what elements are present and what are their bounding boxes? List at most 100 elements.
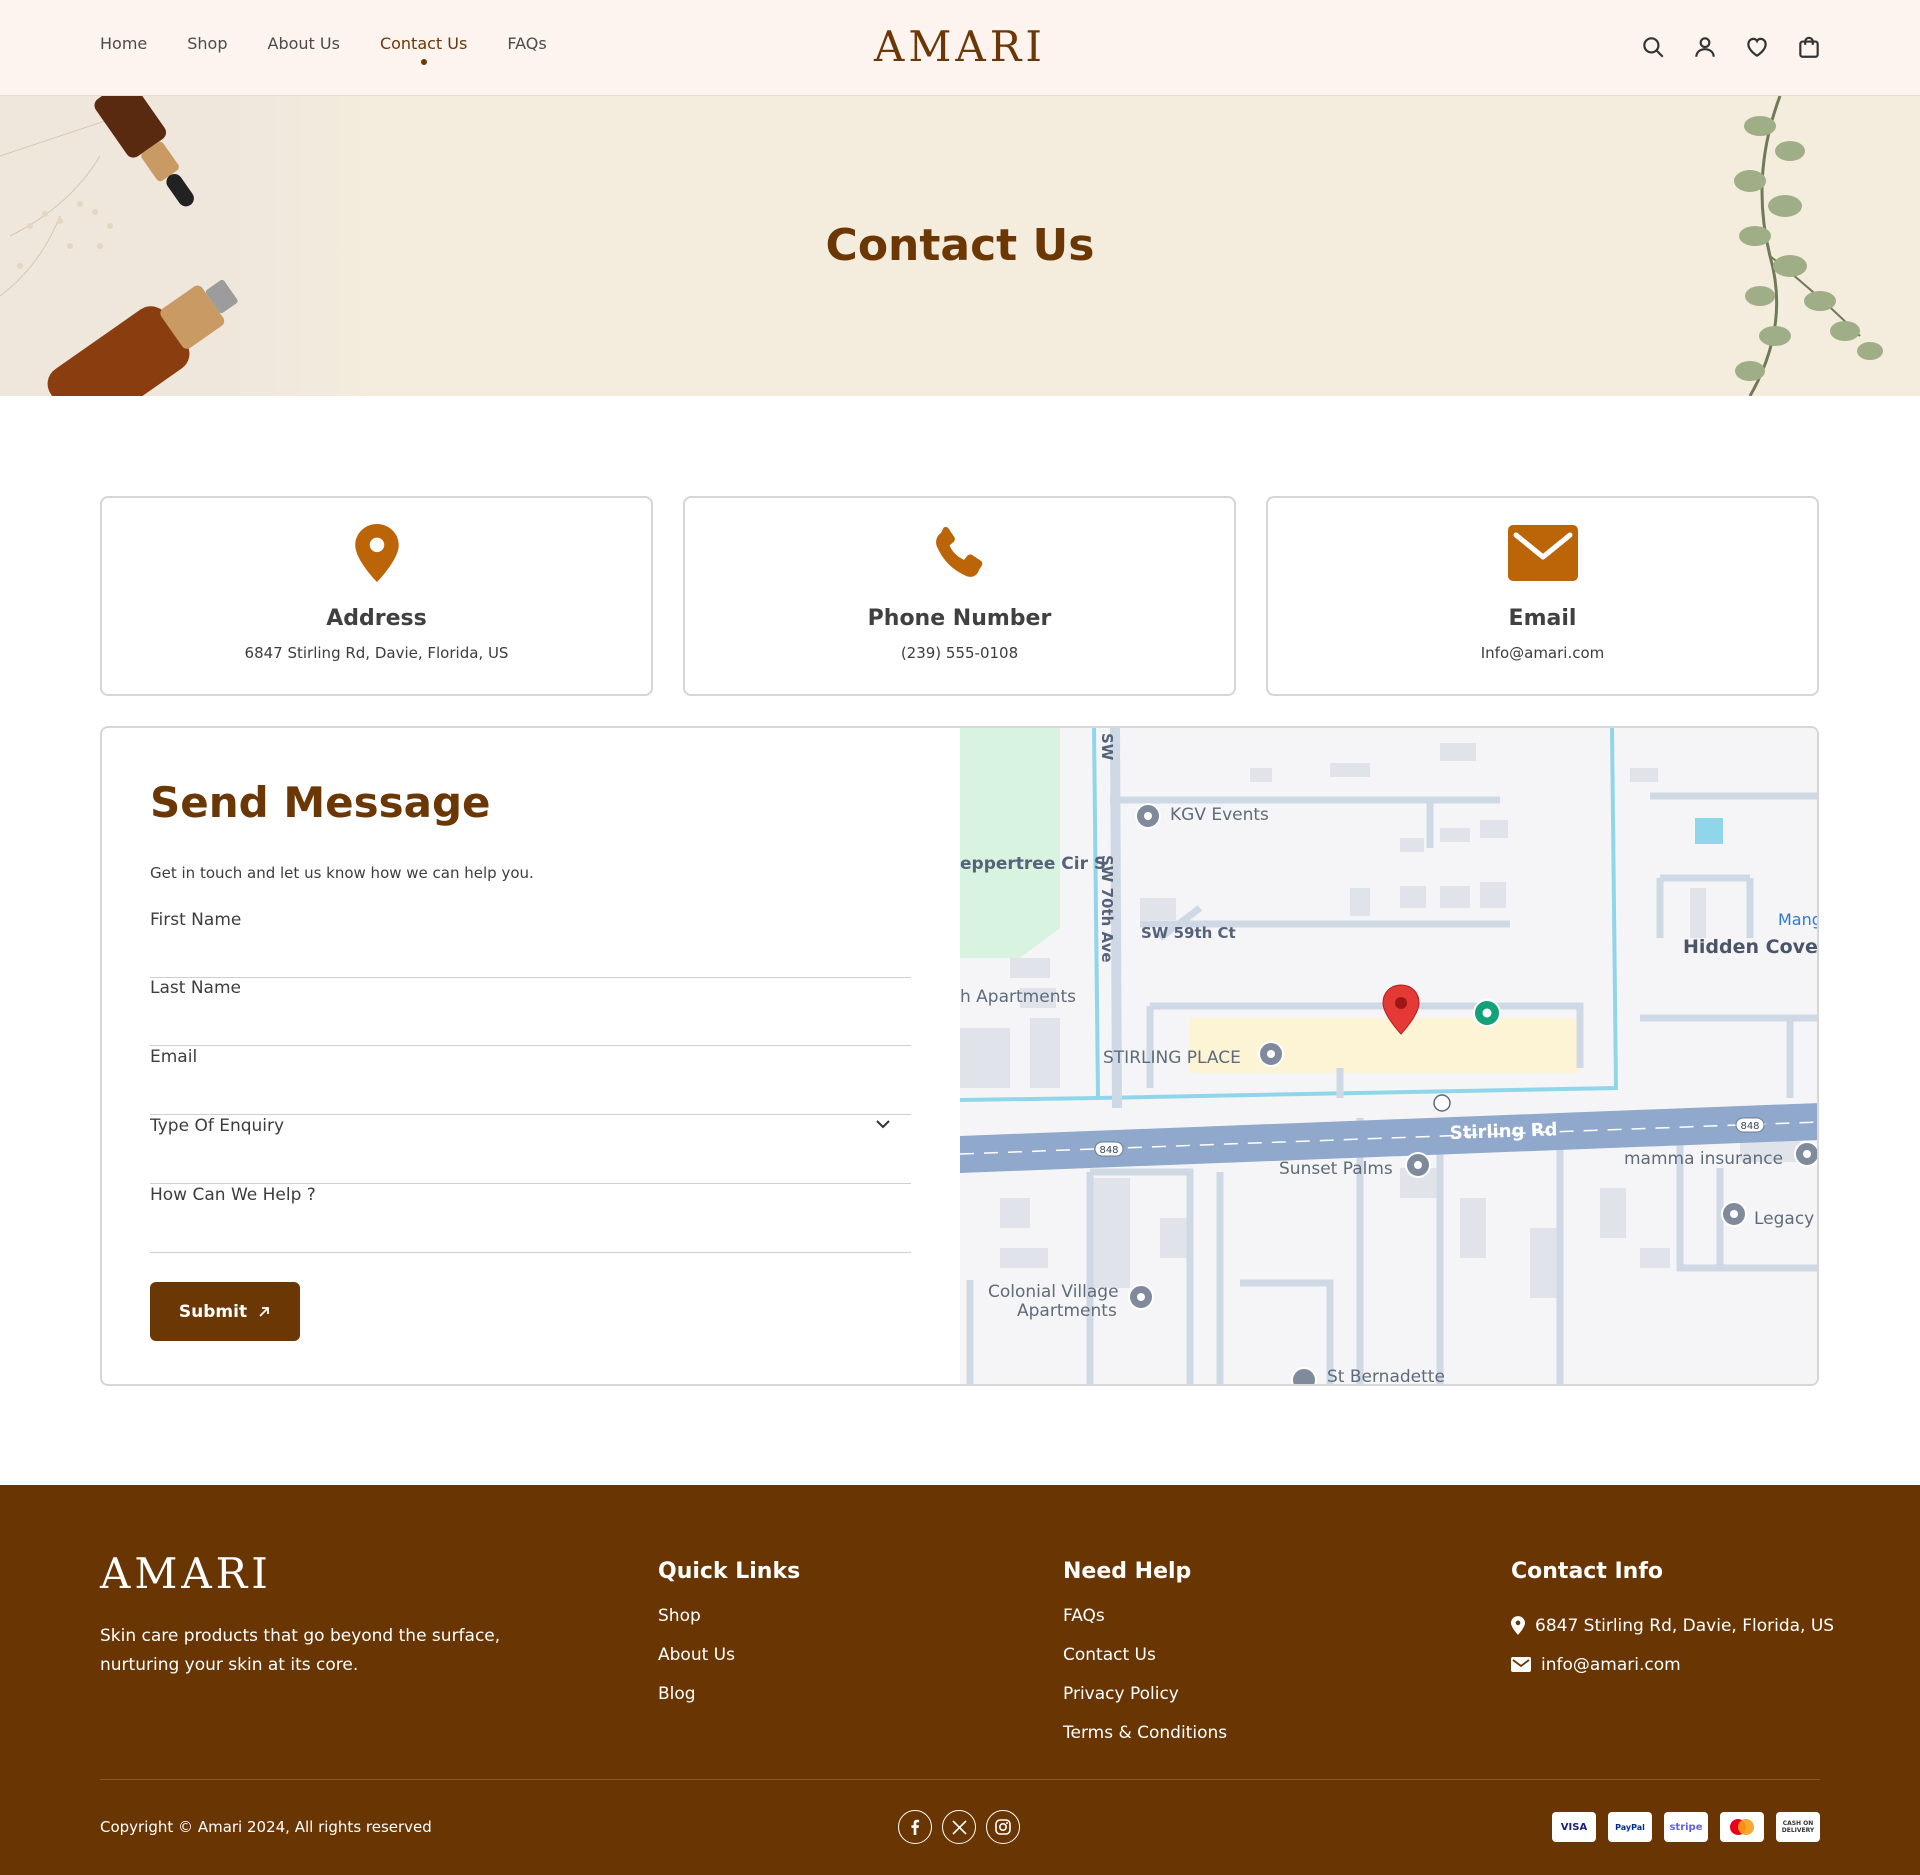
contact-info-cards: Address 6847 Stirling Rd, Davie, Florida… (100, 496, 1819, 696)
instagram-icon (995, 1819, 1011, 1835)
submit-button[interactable]: Submit (150, 1282, 300, 1341)
first-name-field[interactable]: First Name (150, 910, 911, 978)
site-header: Home Shop About Us Contact Us FAQs AMARI (0, 0, 1920, 96)
site-logo[interactable]: AMARI (0, 22, 1920, 71)
email-card: Email Info@amari.com (1266, 496, 1819, 696)
footer-address: 6847 Stirling Rd, Davie, Florida, US (1511, 1606, 1834, 1645)
facebook-link[interactable] (898, 1810, 932, 1844)
map-label-colonial-village: Colonial Village (988, 1282, 1119, 1302)
footer-link-terms[interactable]: Terms & Conditions (1063, 1723, 1227, 1762)
bus-stop-icon (1433, 1094, 1451, 1112)
email-placeholder: Email (150, 1047, 198, 1067)
footer-address-text: 6847 Stirling Rd, Davie, Florida, US (1535, 1615, 1835, 1636)
need-help-title: Need Help (1063, 1559, 1192, 1584)
footer-email[interactable]: info@amari.com (1511, 1645, 1834, 1684)
stripe-badge: stripe (1664, 1812, 1708, 1842)
help-message-placeholder: How Can We Help ? (150, 1185, 316, 1205)
first-name-placeholder: First Name (150, 910, 242, 930)
footer-divider (100, 1779, 1820, 1780)
phone-icon (935, 527, 982, 577)
phone-value[interactable]: (239) 555-0108 (685, 644, 1234, 662)
map-label-apartments-2: Apartments (1017, 1301, 1117, 1321)
poi-pin-icon (1291, 1367, 1317, 1384)
x-icon (951, 1819, 967, 1835)
route-badge: 848 (1094, 1141, 1124, 1157)
map-label-legacy: Legacy (1754, 1209, 1814, 1229)
cod-line-2: DELIVERY (1781, 1827, 1815, 1834)
map-label-sw: SW (1098, 733, 1116, 761)
card-title: Phone Number (867, 606, 1052, 631)
mastercard-badge (1720, 1812, 1764, 1842)
paypal-badge: PayPal (1608, 1812, 1652, 1842)
map-label-sw-59th-ct: SW 59th Ct (1141, 924, 1236, 942)
site-footer: AMARI Skin care products that go beyond … (0, 1485, 1920, 1875)
footer-email-text: info@amari.com (1541, 1654, 1681, 1675)
footer-link-about-us[interactable]: About Us (658, 1645, 800, 1684)
map-label-mang: Mang (1778, 910, 1819, 929)
enquiry-type-select[interactable]: Type Of Enquiry (150, 1116, 911, 1184)
header-actions (1640, 34, 1822, 60)
footer-link-privacy-policy[interactable]: Privacy Policy (1063, 1684, 1227, 1723)
email-field[interactable]: Email (150, 1047, 911, 1115)
need-help-column: Need Help FAQs Contact Us Privacy Policy… (1063, 1559, 1227, 1762)
last-name-placeholder: Last Name (150, 978, 241, 998)
heart-icon[interactable] (1744, 34, 1770, 60)
map-label-kgv-events: KGV Events (1170, 805, 1269, 825)
footer-tagline: Skin care products that go beyond the su… (100, 1626, 501, 1675)
envelope-icon (1507, 525, 1578, 581)
location-map[interactable]: 848 848 KGV Events eppertree Cir S h Apa… (960, 728, 1819, 1384)
contact-form: Send Message Get in touch and let us kno… (102, 728, 962, 1384)
map-label-hidden-cove: Hidden Cove I (1683, 936, 1819, 958)
address-card: Address 6847 Stirling Rd, Davie, Florida… (100, 496, 653, 696)
svg-text:848: 848 (1099, 1145, 1118, 1156)
payment-methods: VISA PayPal stripe CASH ON DELIVERY (1552, 1812, 1820, 1842)
social-links (898, 1810, 1020, 1844)
card-title: Email (1508, 606, 1577, 631)
envelope-icon (1511, 1657, 1531, 1672)
map-label-peppertree: eppertree Cir S (960, 854, 1106, 874)
facebook-icon (911, 1819, 920, 1835)
chevron-down-icon (876, 1120, 890, 1129)
x-link[interactable] (942, 1810, 976, 1844)
map-canvas: 848 848 KGV Events eppertree Cir S h Apa… (960, 728, 1819, 1384)
enquiry-type-placeholder: Type Of Enquiry (150, 1116, 285, 1136)
submit-label: Submit (178, 1301, 248, 1322)
instagram-link[interactable] (986, 1810, 1020, 1844)
footer-link-blog[interactable]: Blog (658, 1684, 800, 1723)
contact-info-title: Contact Info (1511, 1559, 1664, 1584)
cod-line-1: CASH ON (1782, 1820, 1814, 1827)
footer-link-contact-us[interactable]: Contact Us (1063, 1645, 1227, 1684)
footer-link-faqs[interactable]: FAQs (1063, 1606, 1227, 1645)
page-banner: Contact Us (0, 96, 1920, 396)
visa-badge: VISA (1552, 1812, 1596, 1842)
arrow-up-right-icon (259, 1306, 269, 1317)
search-icon[interactable] (1640, 34, 1666, 60)
map-label-sw-70th-ave: SW 70th Ave (1098, 855, 1116, 963)
map-label-stirling-place: STIRLING PLACE (1103, 1048, 1241, 1068)
mastercard-icon (1730, 1819, 1754, 1835)
map-label-st-bernadette: St Bernadette (1327, 1367, 1445, 1384)
cash-on-delivery-badge: CASH ON DELIVERY (1776, 1812, 1820, 1842)
map-label-sunset-palms: Sunset Palms (1279, 1159, 1393, 1179)
cart-icon[interactable] (1796, 34, 1822, 60)
contact-info-column: Contact Info 6847 Stirling Rd, Davie, Fl… (1511, 1559, 1834, 1684)
map-label-stirling-rd: Stirling Rd (1449, 1119, 1557, 1144)
map-label-mamma-insurance: mamma insurance (1624, 1149, 1783, 1169)
form-title: Send Message (150, 778, 491, 827)
quick-links-title: Quick Links (658, 1559, 801, 1584)
location-pin-icon (1511, 1616, 1525, 1635)
footer-logo[interactable]: AMARI (100, 1549, 272, 1598)
help-message-field[interactable]: How Can We Help ? (150, 1185, 911, 1253)
route-badge: 848 (1735, 1117, 1765, 1133)
svg-text:848: 848 (1740, 1121, 1759, 1132)
map-label-apartments: h Apartments (960, 987, 1076, 1007)
page-title: Contact Us (825, 220, 1095, 271)
address-value: 6847 Stirling Rd, Davie, Florida, US (244, 644, 509, 662)
user-icon[interactable] (1692, 34, 1718, 60)
quick-links-column: Quick Links Shop About Us Blog (658, 1559, 800, 1723)
footer-link-shop[interactable]: Shop (658, 1606, 800, 1645)
email-value[interactable]: Info@amari.com (1268, 644, 1817, 662)
last-name-field[interactable]: Last Name (150, 978, 911, 1046)
message-panel: Send Message Get in touch and let us kno… (100, 726, 1819, 1386)
form-subtitle: Get in touch and let us know how we can … (150, 864, 534, 882)
